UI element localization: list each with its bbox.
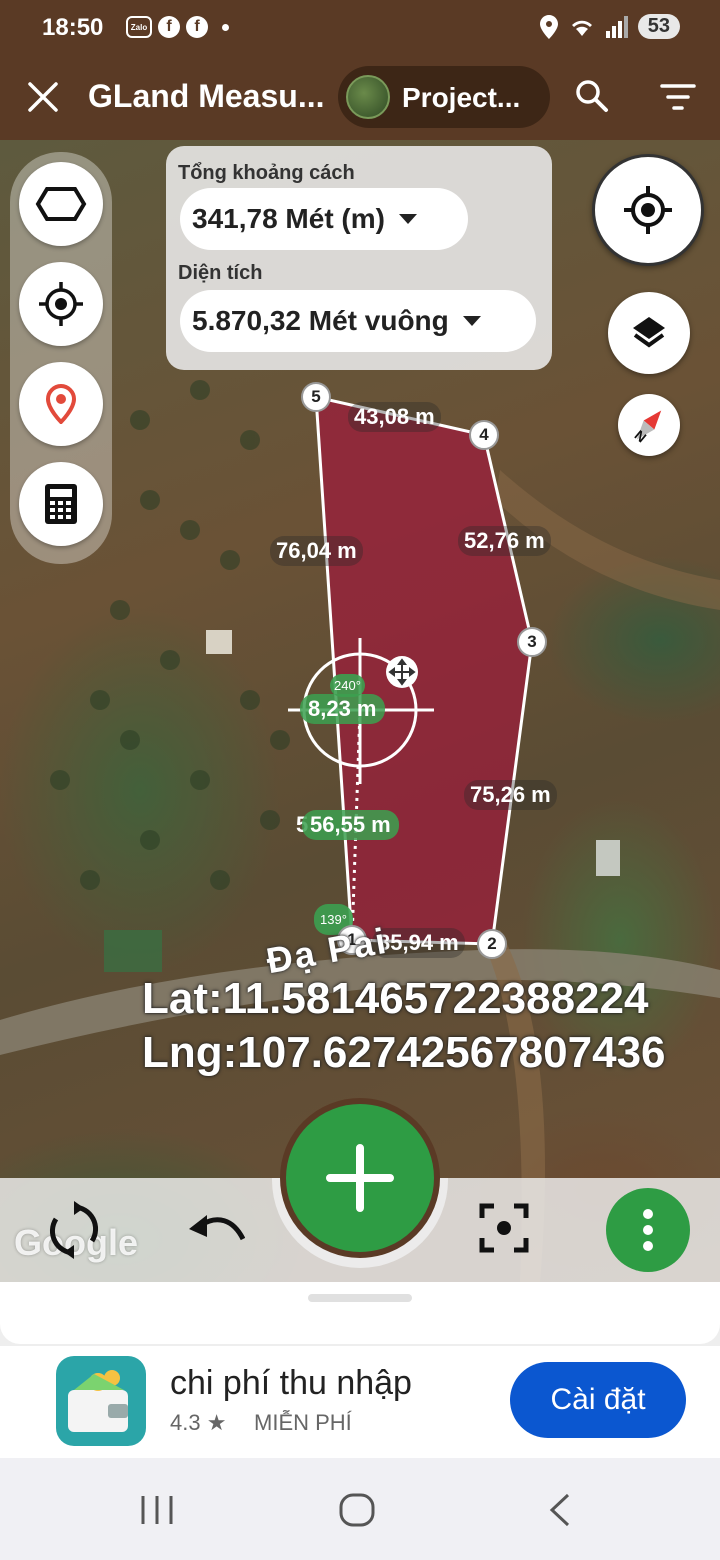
sync-icon [49,1201,99,1259]
add-marker-button[interactable] [19,362,103,446]
search-icon[interactable] [574,78,610,114]
chevron-down-icon [462,316,481,326]
vertex-marker[interactable]: 3 [517,627,547,657]
bottom-sheet-surface [0,1282,720,1344]
signal-icon [605,15,628,38]
sheet-drag-handle[interactable] [308,1294,412,1302]
fit-to-screen-button[interactable] [478,1202,530,1254]
status-time: 18:50 [42,14,104,41]
battery-indicator: 53 [637,14,680,39]
facebook-icon: f [158,16,180,38]
home-icon[interactable] [338,1492,376,1528]
refresh-button[interactable] [44,1196,104,1264]
vertex-marker[interactable]: 4 [469,420,499,450]
zalo-icon: Zalo [126,16,152,38]
line-distance-label: 56,55 m [302,810,399,840]
install-button[interactable]: Cài đặt [510,1362,686,1438]
latitude-readout: Lat:11.581465722388224 [142,974,649,1023]
vertex-marker[interactable]: 5 [301,382,331,412]
filter-icon[interactable] [660,82,696,112]
back-icon[interactable] [548,1492,572,1528]
calculator-button[interactable] [19,462,103,546]
chevron-down-icon [398,214,417,224]
segment-label: 52,76 m [458,526,551,556]
ad-app-icon[interactable] [56,1356,146,1446]
bottom-sheet [0,1282,720,1346]
ad-app-name: chi phí thu nhập [170,1364,412,1402]
map-pin-icon [46,384,76,424]
segment-label: 76,04 m [270,536,363,566]
polygon-mode-button[interactable] [19,162,103,246]
location-icon [539,14,558,39]
gps-point-button[interactable] [19,262,103,346]
more-vertical-icon [643,1209,653,1251]
area-value: 5.870,32 Mét vuông [192,305,449,336]
map-layers-button[interactable] [608,292,690,374]
wifi-icon [571,20,592,36]
focus-icon [479,1203,529,1253]
distance-value: 341,78 Mét (m) [192,203,385,234]
segment-label: 75,26 m [464,780,557,810]
compass-icon: N [632,410,662,446]
ad-price: MIỄN PHÍ [254,1410,352,1435]
notification-icons: Zalo f f [126,16,229,38]
vertex-marker[interactable]: 2 [477,929,507,959]
system-nav-bar [0,1458,720,1560]
project-selector[interactable]: Project... [338,66,550,128]
wallet-icon [68,1370,128,1432]
ad-banner[interactable]: chi phí thu nhập 4.3 ★ MIỄN PHÍ Cài đặt [0,1346,720,1458]
plus-icon [326,1144,394,1212]
calculator-icon [45,484,77,524]
crosshair-distance-label: 8,23 m [300,694,385,724]
side-tool-panel [10,152,112,564]
longitude-readout: Lng:107.62742567807436 [142,1028,666,1077]
segment-label: 43,08 m [348,402,441,432]
app-bar: GLand Measu... Project... [0,56,720,140]
project-thumbnail [346,75,390,119]
my-location-icon [624,186,672,234]
app-title: GLand Measu... [88,78,325,114]
recent-apps-icon[interactable] [140,1494,174,1526]
undo-icon [189,1215,245,1241]
layers-icon [633,317,665,348]
compass-button[interactable]: N [618,394,680,456]
distance-unit-dropdown[interactable]: 341,78 Mét (m) [180,188,468,250]
status-right: 53 [539,14,680,39]
more-options-button[interactable] [606,1188,690,1272]
more-notifications-dot [222,23,229,31]
facebook-icon: f [186,16,208,38]
project-label: Project... [402,82,521,113]
area-label: Diện tích [178,262,263,284]
close-icon[interactable] [26,80,60,114]
status-bar: 18:50 Zalo f f 53 [0,0,720,56]
crosshair-icon [39,282,83,326]
area-unit-dropdown[interactable]: 5.870,32 Mét vuông [180,290,536,352]
my-location-button[interactable] [592,154,704,266]
undo-button[interactable] [186,1204,246,1254]
ad-rating: 4.3 ★ [170,1410,227,1435]
measurement-card: Tổng khoảng cách 341,78 Mét (m) Diện tíc… [166,146,552,370]
add-point-button[interactable] [280,1098,440,1258]
distance-label: Tổng khoảng cách [178,162,355,184]
hexagon-icon [35,187,87,221]
